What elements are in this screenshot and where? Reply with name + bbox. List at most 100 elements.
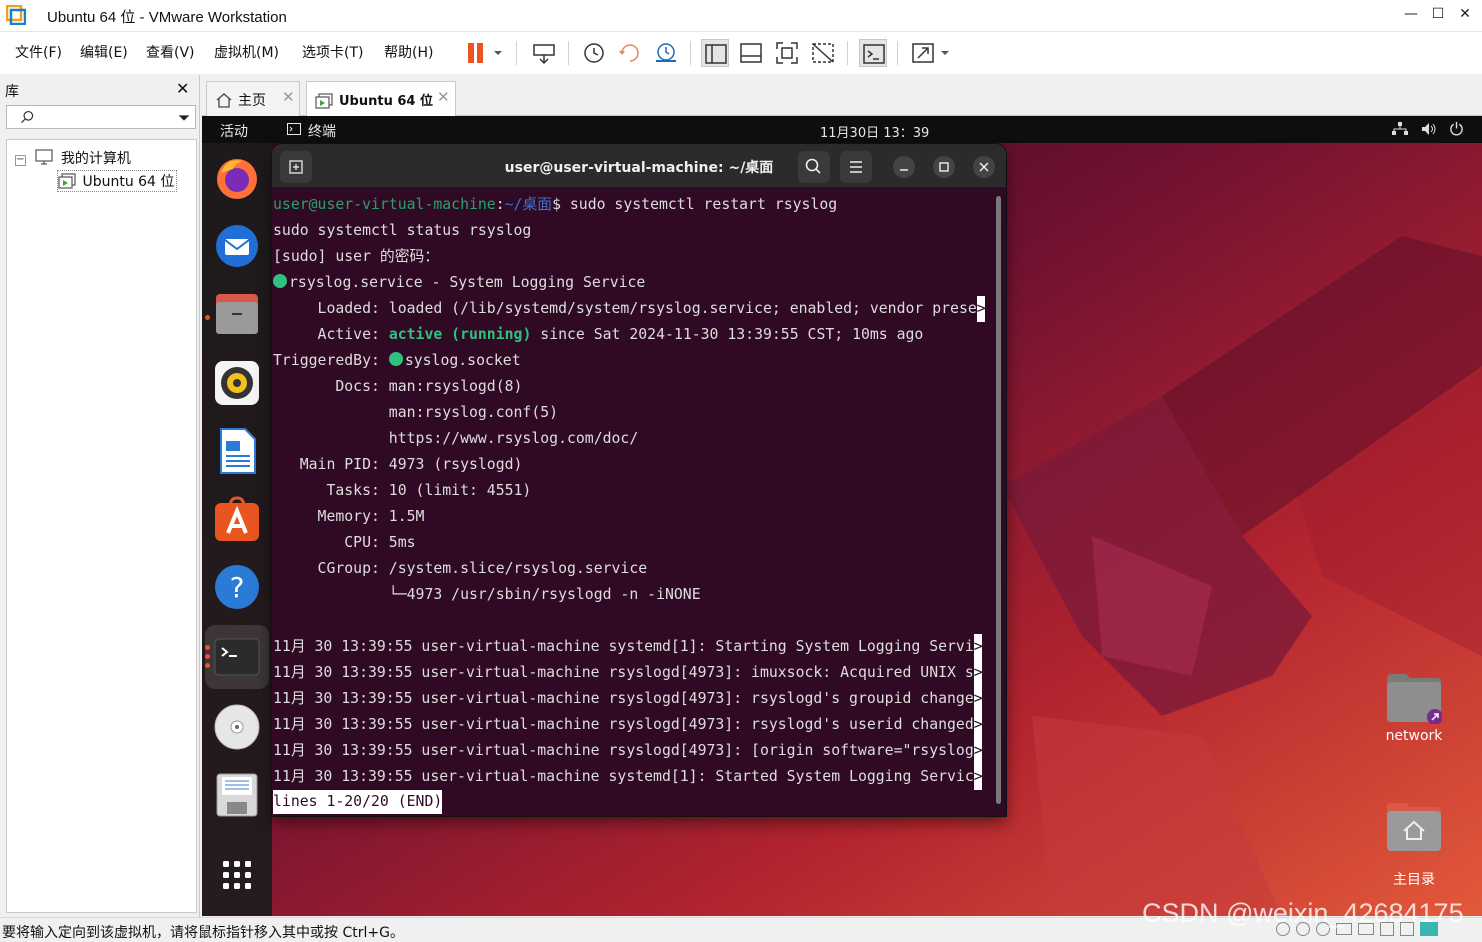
menu-help[interactable]: 帮助(H): [384, 42, 433, 62]
activities-button[interactable]: 活动: [220, 121, 248, 141]
library-close-button[interactable]: ✕: [176, 79, 189, 98]
close-window-button[interactable]: ✕: [1448, 0, 1482, 30]
stretch-guest-button[interactable]: [909, 39, 937, 67]
terminal-window[interactable]: user@user-virtual-machine: ~/桌面 user@use…: [272, 144, 1006, 816]
log-line: 11月 30 13:39:55 user-virtual-machine rsy…: [273, 712, 983, 738]
revert-snapshot-button[interactable]: [616, 39, 644, 67]
active-label: Active:: [273, 326, 389, 343]
sidebar-layout-icon: [705, 44, 727, 64]
show-applications-icon[interactable]: [213, 851, 261, 899]
library-panel: 库 ✕ − 我的计算机 Ubuntu 64 位: [0, 75, 200, 917]
home-icon: [216, 93, 232, 108]
prompt-path: ~/桌面: [504, 196, 553, 213]
menu-vm[interactable]: 虚拟机(M): [214, 42, 279, 62]
title-bar: Ubuntu 64 位 - VMware Workstation — ☐ ✕: [0, 0, 1482, 32]
svg-text:?: ?: [230, 571, 245, 604]
tree-item-my-computer[interactable]: − 我的计算机: [15, 148, 131, 168]
terminal-menu-button[interactable]: [840, 151, 872, 183]
terminal-scrollbar[interactable]: [996, 196, 1001, 804]
terminal-search-button[interactable]: [798, 151, 830, 183]
prompt-line: user@user-virtual-machine:~/桌面$ sudo sys…: [273, 196, 838, 213]
log-line: 11月 30 13:39:55 user-virtual-machine rsy…: [273, 660, 983, 686]
firefox-icon[interactable]: [213, 153, 261, 201]
output-line: CGroup: /system.slice/rsyslog.service: [273, 560, 648, 577]
power-icon[interactable]: [1449, 121, 1464, 136]
pause-icon: [468, 43, 483, 63]
tab-ubuntu-vm[interactable]: Ubuntu 64 位 ✕: [306, 81, 456, 117]
desktop-icon-label: network: [1385, 728, 1443, 744]
tab-home[interactable]: 主页 ✕: [206, 81, 300, 116]
chevron-down-icon[interactable]: [177, 111, 191, 125]
tab-close-icon[interactable]: ✕: [437, 88, 450, 106]
vm-icon: [315, 93, 333, 109]
status-dot-icon: [273, 274, 287, 288]
volume-icon[interactable]: [1421, 122, 1437, 136]
menu-view[interactable]: 查看(V): [146, 42, 195, 62]
home-folder-icon: [1387, 803, 1441, 851]
tree-item-ubuntu-vm[interactable]: Ubuntu 64 位: [57, 170, 178, 192]
tab-close-icon[interactable]: ✕: [282, 88, 295, 106]
network-icon[interactable]: [1392, 122, 1408, 136]
status-dot-icon: [388, 352, 403, 366]
csdn-watermark: CSDN @weixin_42684175: [1142, 898, 1464, 928]
keyboard-send-icon: [533, 44, 555, 65]
active-state: active (running): [388, 326, 532, 343]
output-line: https://www.rsyslog.com/doc/: [273, 430, 639, 447]
gnome-top-bar: 活动 终端 11月30日 13：39: [202, 116, 1482, 143]
app-menu[interactable]: 终端: [308, 121, 336, 141]
library-search-input[interactable]: [6, 105, 196, 129]
desktop-icon-home[interactable]: 主目录: [1369, 801, 1459, 889]
output-line: Main PID: 4973 (rsyslogd): [273, 456, 523, 473]
snapshot-button[interactable]: [580, 39, 608, 67]
output-line: Tasks: 10 (limit: 4551): [273, 482, 532, 499]
stretch-dropdown-button[interactable]: [937, 39, 953, 67]
terminal-icon[interactable]: [213, 633, 261, 681]
active-since: since Sat 2024-11-30 13:39:55 CST; 10ms …: [540, 326, 924, 343]
fullscreen-button[interactable]: [773, 39, 801, 67]
menu-tabs[interactable]: 选项卡(T): [302, 42, 363, 62]
help-icon[interactable]: ?: [213, 563, 261, 611]
snapshot-manager-button[interactable]: [652, 39, 680, 67]
show-library-button[interactable]: [701, 39, 729, 67]
terminal-output[interactable]: user@user-virtual-machine:~/桌面$ sudo sys…: [273, 190, 995, 816]
search-icon: [21, 110, 34, 124]
menu-toolbar: 文件(F) 编辑(E) 查看(V) 虚拟机(M) 选项卡(T) 帮助(H): [0, 32, 1482, 74]
send-ctrl-alt-del-button[interactable]: [530, 39, 558, 67]
vm-display[interactable]: 活动 终端 11月30日 13：39 ? user@user-virtual-m…: [202, 116, 1482, 916]
floppy-icon[interactable]: [213, 771, 261, 819]
desktop-icon-network[interactable]: network: [1369, 672, 1459, 744]
clock[interactable]: 11月30日 13：39: [820, 122, 929, 141]
rhythmbox-icon[interactable]: [213, 359, 261, 407]
thumbnail-bar-button[interactable]: [737, 39, 765, 67]
output-line: rsyslog.service - System Logging Service: [289, 274, 646, 291]
terminal-maximize-button[interactable]: [933, 156, 955, 178]
search-icon: [805, 158, 821, 174]
menu-file[interactable]: 文件(F): [15, 42, 62, 62]
pause-button[interactable]: [462, 39, 490, 67]
files-icon[interactable]: [213, 289, 261, 337]
dvd-icon[interactable]: [213, 703, 261, 751]
power-dropdown-button[interactable]: [490, 39, 506, 67]
thunderbird-icon[interactable]: [213, 221, 261, 269]
terminal-close-button[interactable]: [973, 156, 995, 178]
output-line: └─4973 /usr/sbin/rsyslogd -n -iNONE: [273, 586, 701, 603]
output-line: sudo systemctl status rsyslog: [273, 222, 532, 239]
snapshot-clock-icon: [584, 43, 604, 63]
window-title: Ubuntu 64 位 - VMware Workstation: [47, 9, 287, 26]
ubuntu-software-icon[interactable]: [213, 495, 261, 543]
chevron-down-icon: [494, 51, 502, 55]
libreoffice-writer-icon[interactable]: [213, 427, 261, 475]
service-line: rsyslog.service - System Logging Service: [273, 270, 645, 296]
terminal-minimize-button[interactable]: [893, 156, 915, 178]
menu-edit[interactable]: 编辑(E): [80, 42, 128, 62]
console-view-button[interactable]: [859, 39, 887, 67]
maximize-icon: [939, 162, 949, 172]
collapse-icon[interactable]: −: [15, 155, 26, 166]
unity-mode-button[interactable]: [809, 39, 837, 67]
active-line: Active: active (running) since Sat 2024-…: [273, 322, 924, 348]
minimize-icon: [900, 169, 908, 171]
output-line: Docs: man:rsyslogd(8): [273, 378, 523, 395]
status-hint: 要将输入定向到该虚拟机，请将鼠标指针移入其中或按 Ctrl+G。: [2, 925, 404, 941]
pager-status: lines 1-20/20 (END): [273, 790, 443, 814]
vmware-window: Ubuntu 64 位 - VMware Workstation — ☐ ✕ 文…: [0, 0, 1482, 942]
